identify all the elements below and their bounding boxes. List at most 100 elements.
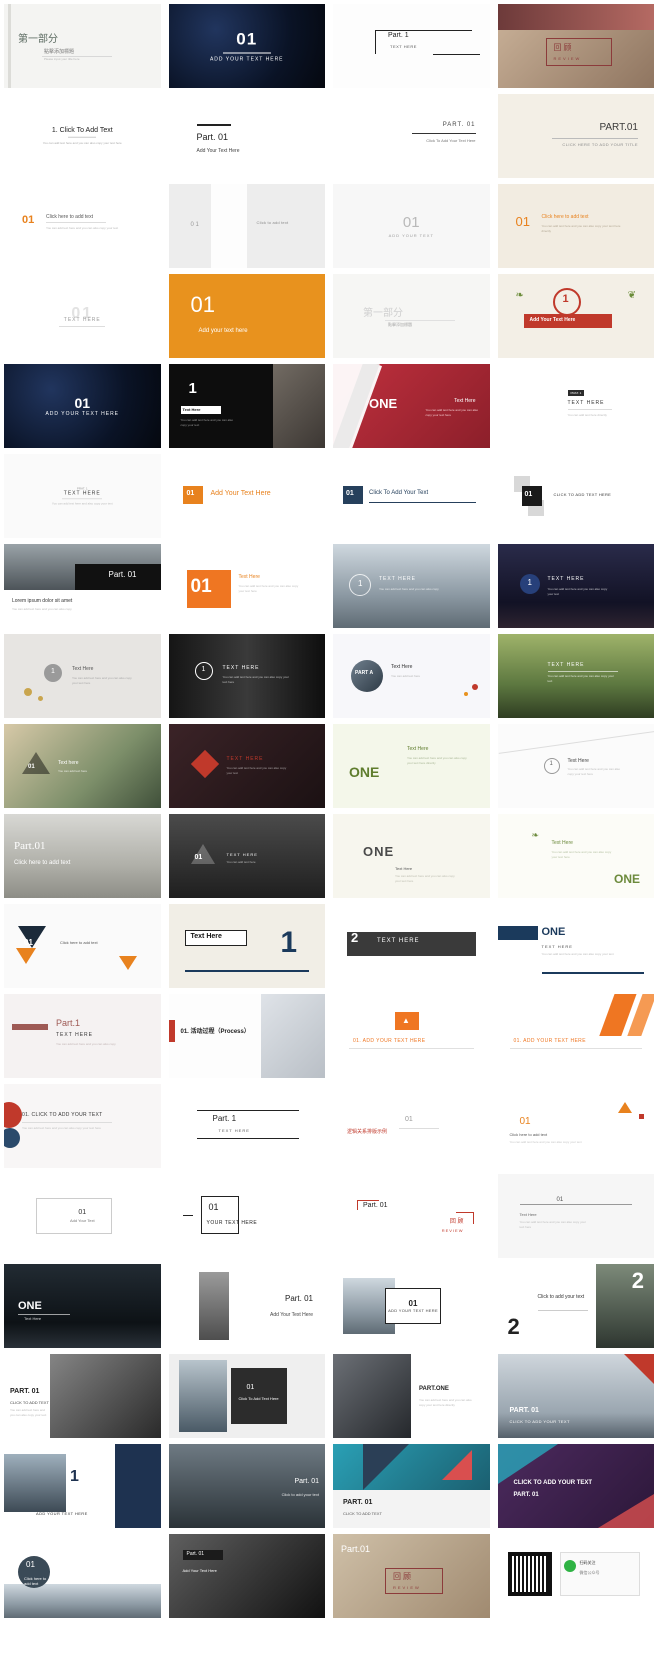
slide-thumbnail[interactable]: 01 Click here to add text You can add te… xyxy=(497,1084,654,1168)
slide-thumbnail[interactable]: PART. 01 CLICK TO ADD TEXT You can add t… xyxy=(4,1354,161,1438)
slide-thumbnail[interactable]: 1. Click To Add Text You can add text he… xyxy=(4,94,161,178)
slide-thumbnail[interactable]: TEXT HERE You can add text here and you … xyxy=(168,724,325,808)
slide-thumbnail[interactable]: 01 Click here to add text You can add te… xyxy=(4,184,161,268)
slide-thumbnail[interactable]: 01. 活动过程（Process） xyxy=(168,994,325,1078)
slide-thumbnail[interactable]: 01 Text here You can add text here xyxy=(4,724,161,808)
slide-thumbnail[interactable]: 01 Text Here You can add text here and y… xyxy=(497,1174,654,1258)
slide-thumbnail[interactable]: 1 Add Your Text Here ❧ ❦ xyxy=(497,274,654,358)
slide-thumbnail[interactable]: Part. 01 回 顾 REVIEW xyxy=(333,1174,490,1258)
slide-thumbnail[interactable]: 01 TEXT HERE xyxy=(4,274,161,358)
slide-thumbnail[interactable]: PART.01 CLICK HERE TO ADD YOUR TITLE xyxy=(497,94,654,178)
slide-thumbnail[interactable]: Part. 01 Click to add your text xyxy=(168,1444,325,1528)
slide-number: 1 xyxy=(70,1468,79,1485)
slide-thumbnail[interactable]: 1 Text Here You can add text here and yo… xyxy=(497,724,654,808)
slide-thumbnail[interactable]: 01 Add Your Text xyxy=(4,1174,161,1258)
slide-thumbnail[interactable]: 01 Click here to add text xyxy=(4,1534,161,1618)
slide-thumbnail[interactable]: Text Here 1 xyxy=(168,904,325,988)
slide-subtitle: TEXT HERE xyxy=(56,1032,93,1038)
slide-thumbnail[interactable]: 1 TEXT HERE You can add text here and yo… xyxy=(168,634,325,718)
slide-number: 01 xyxy=(190,576,212,597)
slide-number: 1 xyxy=(280,926,297,959)
slide-thumbnail[interactable]: 01 ADD YOUR TEXT xyxy=(333,184,490,268)
slide-thumbnail[interactable]: ONE Text Here You can add text here and … xyxy=(333,814,490,898)
slide-thumbnail[interactable]: 2 TEXT HERE xyxy=(333,904,490,988)
slide-subtitle: 回 顾 xyxy=(393,1572,411,1581)
slide-number: 01 xyxy=(186,490,195,497)
slide-thumbnail[interactable]: 第一部分 點擊添加標題 Please input your title here xyxy=(4,4,161,88)
slide-title: Click here to add text xyxy=(24,1576,47,1586)
laurel-icon: ❧ xyxy=(515,290,524,301)
slide-thumbnail[interactable]: Part. 1 TEXT HERE xyxy=(333,4,490,88)
slide-thumbnail[interactable]: Part. 01 Add Your Text Here xyxy=(168,94,325,178)
slide-thumbnail[interactable]: Part.01 回 顾 REVIEW xyxy=(333,1534,490,1618)
slide-thumbnail[interactable]: Part.01 Click here to add text xyxy=(4,814,161,898)
slide-thumbnail[interactable]: TEXT HERE You can add text here and you … xyxy=(497,634,654,718)
slide-thumbnail[interactable]: Part. 01 Add Your Text Here xyxy=(168,1534,325,1618)
slide-thumbnail[interactable]: PRAT. 1 TEXT HERE You can add text here … xyxy=(497,364,654,448)
slide-subtitle: Text Here xyxy=(395,866,413,871)
slide-thumbnail[interactable]: 2 2 Click to add your text xyxy=(497,1264,654,1348)
slide-title: 第一部分 xyxy=(18,34,58,45)
slide-thumbnail[interactable]: PART.ONE You can add text here and you c… xyxy=(333,1354,490,1438)
slide-thumbnail[interactable]: PART A Text Here You can add text here xyxy=(333,634,490,718)
slide-thumbnail[interactable]: 01 TEXT HERE You can add text here xyxy=(168,814,325,898)
slide-number: 01 xyxy=(28,764,35,770)
slide-thumbnail[interactable]: 01 Click To Add Your Text xyxy=(333,454,490,538)
slide-title: Text Here xyxy=(519,1212,537,1217)
slide-thumbnail[interactable]: PART. 01 Click To Add Your Text Here xyxy=(333,94,490,178)
slide-thumbnail[interactable]: 1 Text Here You can add text here and yo… xyxy=(4,634,161,718)
slide-thumbnail[interactable]: 01. CLICK TO ADD YOUR TEXT You can add t… xyxy=(4,1084,161,1168)
slide-title: Part.1 xyxy=(56,1018,81,1028)
slide-thumbnail[interactable]: 01 CLICK TO ADD TEXT HERE xyxy=(497,454,654,538)
slide-title: TEXT HERE xyxy=(547,576,585,582)
slide-thumbnail[interactable]: Part. 1 TEXT HERE xyxy=(168,1084,325,1168)
slide-thumbnail[interactable]: 1 ADD YOUR TEXT HERE xyxy=(4,1444,161,1528)
slide-thumbnail[interactable]: CLICK TO ADD YOUR TEXT PART. 01 xyxy=(497,1444,654,1528)
slide-thumbnail[interactable]: ONE TEXT HERE You can add text here and … xyxy=(497,904,654,988)
slide-thumbnail[interactable]: ONE Text Here You can add text here and … xyxy=(333,364,490,448)
slide-thumbnail[interactable]: 01 Click here to add text xyxy=(4,904,161,988)
slide-thumbnail[interactable]: 第一部分 點擊添加標題 xyxy=(333,274,490,358)
slide-thumbnail[interactable]: 01 YOUR TEXT HERE xyxy=(168,1174,325,1258)
slide-number: 01 xyxy=(190,292,215,317)
slide-thumbnail[interactable]: Part. 01 Lorem ipsum dolor sit amet You … xyxy=(4,544,161,628)
slide-thumbnail[interactable]: PRAT. 1 TEXT HERE You can add text here … xyxy=(4,454,161,538)
slide-title: PART. 01 xyxy=(509,1407,539,1414)
slide-thumbnail[interactable]: 01 Click To Add Text Here xyxy=(168,1354,325,1438)
slide-title: Text Here xyxy=(182,407,201,412)
slide-note: Please input your title here xyxy=(44,57,80,61)
slide-title: Part.01 xyxy=(14,840,46,852)
slide-thumbnail[interactable]: Part.1 TEXT HERE You can add text here a… xyxy=(4,994,161,1078)
slide-thumbnail[interactable]: 01 Text Here You can add text here and y… xyxy=(168,544,325,628)
slide-thumbnail[interactable]: 01. ADD YOUR TEXT HERE xyxy=(497,994,654,1078)
slide-thumbnail[interactable]: 1 Text Here You can add text here and yo… xyxy=(168,364,325,448)
slide-thumbnail[interactable]: ▲ 01. ADD YOUR TEXT HERE xyxy=(333,994,490,1078)
slide-thumbnail[interactable]: 01 Click here to add text You can add te… xyxy=(497,184,654,268)
slide-thumbnail[interactable]: 01 Add your text here xyxy=(168,274,325,358)
slide-number: 1 xyxy=(549,761,553,767)
slide-thumbnail[interactable]: 0 1 Click to add text xyxy=(168,184,325,268)
slide-number: 01 xyxy=(74,395,91,411)
slide-thumbnail[interactable]: 1 TEXT HERE You can add text here and yo… xyxy=(497,544,654,628)
slide-thumbnail[interactable]: 逻辑关系排版示例 01 xyxy=(333,1084,490,1168)
slide-thumbnail[interactable]: PART. 01 CLICK TO ADD YOUR TEXT xyxy=(497,1354,654,1438)
slide-title: Text Here xyxy=(391,664,413,670)
slide-thumbnail[interactable]: 回 顾 REVIEW xyxy=(497,4,654,88)
slide-subtitle: Add Your Text Here xyxy=(196,148,240,154)
slide-note: You can add text here and you can also c… xyxy=(238,584,299,593)
slide-thumbnail[interactable]: Part. 01 Add Your Text Here xyxy=(168,1264,325,1348)
slide-number: 01 xyxy=(402,214,420,231)
slide-thumbnail[interactable]: ONE Text Here You can add text here and … xyxy=(497,814,654,898)
slide-note: You can add text here and you can also c… xyxy=(419,1398,472,1407)
slide-thumbnail[interactable]: 扫码关注 微信公众号 xyxy=(497,1534,654,1618)
slide-thumbnail[interactable]: 01 ADD YOUR TEXT HERE xyxy=(168,4,325,88)
slide-thumbnail[interactable]: ONE Text Here xyxy=(4,1264,161,1348)
slide-subtitle: CLICK TO ADD YOUR TEXT xyxy=(509,1419,570,1424)
slide-thumbnail[interactable]: 01 ADD YOUR TEXT HERE xyxy=(333,1264,490,1348)
slide-subtitle: Add Your Text Here xyxy=(182,1568,217,1573)
slide-thumbnail[interactable]: 1 TEXT HERE You can add text here and yo… xyxy=(333,544,490,628)
slide-thumbnail[interactable]: 01 Add Your Text Here xyxy=(168,454,325,538)
slide-thumbnail[interactable]: ONE Text Here You can add text here and … xyxy=(333,724,490,808)
slide-thumbnail[interactable]: 01 ADD YOUR TEXT HERE xyxy=(4,364,161,448)
slide-thumbnail[interactable]: PART. 01 CLICK TO ADD TEXT xyxy=(333,1444,490,1528)
